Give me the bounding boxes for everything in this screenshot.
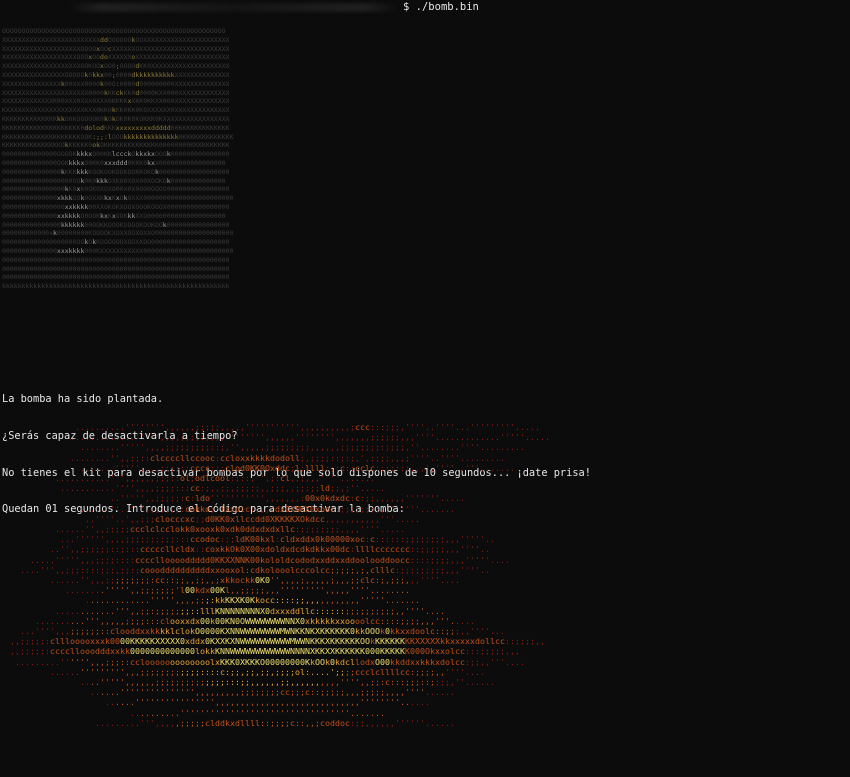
explosion-art-row: ......''''''''',,,;;;;;;;;;;;;::::c:;;,;… bbox=[50, 666, 485, 677]
message-planted: La bomba ha sido plantada. bbox=[2, 393, 164, 406]
skull-art-row: 00000000000000xxkkkkO0OOKkxKxOOKkkXXO000… bbox=[2, 211, 226, 220]
prompt-line: $ ./bomb.bin bbox=[0, 0, 850, 14]
explosion-art-row: ......''''''''''''''',,,,,,,,,;;;;;;;;cc… bbox=[90, 687, 455, 698]
skull-art-row: XXXXXXXXXXXXXXXXXXXXOOOOxOOcXXXXXXOXXXXX… bbox=[2, 44, 230, 53]
skull-art-row: kkkkkkkkkkkkkkkkkkkkkkkkkkkkkkkkkkkkkkkk… bbox=[2, 282, 230, 291]
explosion-art-row: ......'''..''',,,;,,;:cokko;:lxxolc:;,,c… bbox=[75, 503, 455, 514]
skull-ascii-art: OOOOOOOOOOOOOOOOOOOOOOOOOOOOOOOOOOOOOOOO… bbox=[2, 27, 340, 367]
explosion-art-row: .........'''''',,,;;;::ccloooooooooooool… bbox=[15, 656, 525, 667]
skull-art-row: 0000000000000000000000000000000000000000… bbox=[2, 255, 230, 264]
explosion-art-row: .....''''',,,;;;;::::ccccllooooddddd0KKX… bbox=[30, 554, 510, 565]
explosion-art-row: ..........''',,,,,;;;;:::clooxxdx00k00KN… bbox=[35, 615, 475, 626]
command: ./bomb.bin bbox=[415, 1, 479, 13]
explosion-art-text: ..........'''''''',,,,,,;;;;;,,,,,''''''… bbox=[0, 422, 850, 728]
explosion-art-row: .......''''',,,,;;;;::cccc:;;clod0KK0Oxd… bbox=[80, 462, 515, 473]
skull-art-row: XXXXXXXXXXXXXK00XXX0XXX0XXX0KKKKxXKK0KKX… bbox=[2, 97, 230, 106]
skull-art-row: XXXXXXXXXXXXXXXXXXXXXX0000kKKckKK0d0000K… bbox=[2, 88, 230, 97]
skull-art-row: 0000000000000000000000000000000000000000… bbox=[2, 273, 230, 282]
skull-art-row: XXXXXXXXXXXXXXXXXXXXOOKOOxOO0;OOOOdKK0XX… bbox=[2, 62, 230, 71]
skull-art-row: 000000000000000000OOk0K0kkkOXKO0X0X00XOO… bbox=[2, 176, 226, 185]
explosion-art-row: ......'',,,;;;;;;;;;:cc::;;,,;;,,;xkkock… bbox=[50, 575, 460, 586]
explosion-art-row: ...........''',,,,,,;;;::ol;odlcool:;::,… bbox=[55, 473, 375, 484]
explosion-ascii-art: ..........'''''''',,,,,,;;;;;,,,,,''''''… bbox=[0, 422, 850, 777]
skull-art-row: XXXXXXXXXXXXXXXXXXXOOOxOOdoXXXXXXoXXXXXX… bbox=[2, 53, 230, 62]
explosion-art-row: ..''''',,;;;;;:c:ldo''''''''''',,,,,,,:0… bbox=[110, 493, 465, 504]
explosion-art-row: ...'''',,,;;;;;;::clooddxxkkkklclokO0000… bbox=[20, 626, 505, 637]
skull-art-row: 000000000000000kKKKkkkKOOKOOKOOKOOKKOKOk… bbox=[2, 167, 230, 176]
explosion-art-row: ..........'''''''',,,,,,;;;;;,,,,,''''''… bbox=[75, 422, 540, 432]
skull-art-row: 000000000000xk00000000KOOOOKXOXXOOXOXXO0… bbox=[2, 229, 234, 238]
explosion-art-row: ........''''',,;;;;;;;'l00kdx00Kl,,;;;;;… bbox=[65, 585, 410, 596]
skull-art-row: 0000000000000000xxkkkk00XXOKOKXOOXOOOKOO… bbox=[2, 202, 230, 211]
explosion-art-row: ..'',,;;;;;;::;:::cccccllcldx::coxkkOk0X… bbox=[50, 544, 490, 555]
explosion-art-row: .........''',,,,,;;;;;clddkxdllll::;;;;c… bbox=[95, 717, 455, 728]
skull-art-row: XXXXXXXXXXXXXXXXOOOOOk0kkx00;0000dkkkkkk… bbox=[2, 70, 230, 79]
skull-art-row: KXXXXXXXXXXXXXXXXXXXXKXX0KK0kKK0KK0K0XXX… bbox=[2, 106, 230, 115]
explosion-art-row: ......'',,;;;;;ccclclcclokk0xooxk0xdk0dd… bbox=[55, 524, 405, 535]
explosion-art-row: ...'''''',,,,;;;;;;;;;;:::ccodoc:;;ldK00… bbox=[60, 534, 495, 545]
redacted-path bbox=[68, 3, 398, 12]
explosion-art-row: ............''',,;;:;;;;;;;::lllKNNNNNNN… bbox=[55, 605, 445, 616]
terminal-window[interactable]: $ ./bomb.bin OOOOOOOOOOOOOOOOOOOOOOOOOOO… bbox=[0, 0, 850, 777]
skull-art-row: XXXXXXXXXXXXXXXXXXXXXXXXXddOOOOOOkOOXXXX… bbox=[2, 35, 230, 44]
explosion-art-row: ......'''''''''''''''',,,,,,,,,,,,,,,,,,… bbox=[105, 697, 430, 708]
explosion-art-row: ....''',,;;;::::;;;,;;::coooddddddddddxx… bbox=[20, 564, 490, 575]
explosion-art-row: ..''''..',,;;;clocccxc;;d0KK0xllccdd0XKK… bbox=[85, 513, 420, 524]
explosion-art-row: ...........'''',,,,;;;;:::cc:;,,;;,;;;:;… bbox=[60, 483, 385, 494]
explosion-art-row: ........''''',,,,;;;;;;;;;::;,'',,,,,;;;… bbox=[80, 442, 525, 453]
skull-art-row: 000000000000000kkkkkk00OOKKOOOKOOOOKOOKO… bbox=[2, 220, 230, 229]
skull-art-row: 00000000000000OOKkkkxO0KK0xxxddd0KKK0kxX… bbox=[2, 158, 226, 167]
skull-art-row: 00000000000000OOOOKkkkxO00KKlccckOkkxkxO… bbox=[2, 150, 230, 159]
skull-art-row: 0000000000000000000OOkOkKOOOOOOXOOXXOO00… bbox=[2, 238, 230, 247]
skull-art-row: XXXXXXXXXXXXXXXk00XXX0000k00O:0000d00000… bbox=[2, 79, 230, 88]
command-text: $ ./bomb.bin bbox=[403, 0, 479, 14]
explosion-art-row: ,,;;;;;:clllooooxxxk0000KKKKKXXXXX0xddx0… bbox=[10, 636, 545, 647]
skull-art-row: KKKKKKKKKKKKKKkkO0KOOOOOK0kOkOK0K0KOKKK0… bbox=[2, 114, 230, 123]
explosion-art-row: .............''''',,,,;;;;:;,,,'''''''',… bbox=[70, 432, 550, 443]
prompt-symbol: $ bbox=[403, 1, 410, 13]
skull-art-row: KKKKKKKKKKKKKKKKKKKKOOK:;;:lOOOkkkkkkkkk… bbox=[2, 132, 234, 141]
skull-art-row: 00000000000000xkkkOOk0OXXKkxKxOk0XXX0000… bbox=[2, 194, 234, 203]
explosion-art-row: ....''''',,,,,,;;;;;;;;;;;;;;:::;;,,,,,,… bbox=[80, 677, 495, 688]
skull-art-row: 00000000000000xxxkkkk000KXXXXXXXXXXX0000… bbox=[2, 246, 234, 255]
skull-art-row: OOOOOOOOOOOOOOOOOOOOOOOOOOOOOOOOOOOOOOOO… bbox=[2, 27, 226, 35]
skull-art-row: 0000000000000000kK0xK0OK0XOXO00X0X0OO0OO… bbox=[2, 185, 230, 194]
skull-art-row: 0000000000000000000000000000000000000000… bbox=[2, 264, 230, 273]
explosion-art-row: ,,;;;;;:ccccllooodddxxkk0000000000000lok… bbox=[10, 646, 520, 657]
skull-art-row: KKKKKKKKKKKKKKKKKKKK0dolodKKKxxxxxxxxxdd… bbox=[2, 123, 230, 132]
explosion-art-row: ..........''''''''''''''''''''''''''''''… bbox=[130, 707, 385, 718]
explosion-art-row: ........'',,;;::clccccllccooc:ccloxxkkkk… bbox=[70, 452, 505, 463]
skull-art-row: KKKKKKKKKKKKKKKOkKKKKK0okOKKKKKKKKKKKKKK… bbox=[2, 141, 230, 150]
explosion-art-row: .............''''',,,,;;;:kkKKXK0Kkocc::… bbox=[85, 595, 420, 606]
